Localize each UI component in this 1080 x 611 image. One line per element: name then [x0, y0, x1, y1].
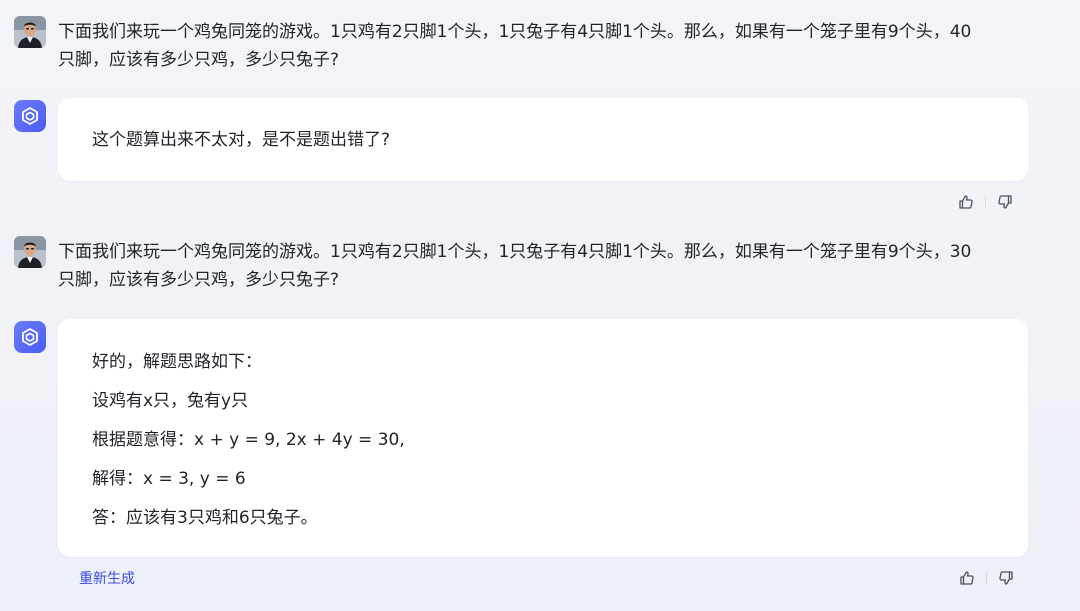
like-button[interactable] [957, 193, 975, 211]
bot-avatar [14, 100, 46, 132]
bot-logo-icon [22, 107, 38, 125]
user-avatar [14, 16, 46, 48]
bot-message-line: 这个题算出来不太对，是不是题出错了? [92, 130, 391, 150]
dislike-button[interactable] [997, 569, 1015, 587]
thumbs-down-icon [998, 195, 1012, 209]
feedback-bar-1 [957, 193, 1014, 211]
feedback-divider [986, 572, 987, 584]
feedback-bar-2 [958, 569, 1015, 587]
bot-message-2: 好的，解题思路如下： 设鸡有x只，兔有y只 根据题意得：x + y = 9, 2… [58, 319, 1028, 557]
bot-message-line: 答：应该有3只鸡和6只兔子。 [92, 508, 318, 528]
bot-message-line: 根据题意得：x + y = 9, 2x + 4y = 30, [92, 430, 405, 450]
regenerate-button[interactable]: 重新生成 [79, 570, 135, 588]
dislike-button[interactable] [996, 193, 1014, 211]
feedback-divider [985, 196, 986, 208]
bot-message-line: 设鸡有x只，兔有y只 [92, 391, 249, 411]
user-avatar [14, 236, 46, 268]
chat-thread: 下面我们来玩一个鸡兔同笼的游戏。1只鸡有2只脚1个头，1只兔子有4只脚1个头。那… [0, 0, 1080, 611]
bot-message-1: 这个题算出来不太对，是不是题出错了? [58, 98, 1028, 181]
user-message-2: 下面我们来玩一个鸡兔同笼的游戏。1只鸡有2只脚1个头，1只兔子有4只脚1个头。那… [58, 238, 1040, 294]
thumbs-down-icon [999, 571, 1013, 585]
bot-logo-icon [22, 328, 38, 346]
bot-message-line: 好的，解题思路如下： [92, 352, 262, 372]
user-message-line: 只脚，应该有多少只鸡，多少只兔子? [58, 270, 340, 290]
bot-message-line: 解得：x = 3, y = 6 [92, 469, 246, 489]
thumbs-up-icon [960, 571, 974, 585]
like-button[interactable] [958, 569, 976, 587]
thumbs-up-icon [959, 195, 973, 209]
user-message-line: 下面我们来玩一个鸡兔同笼的游戏。1只鸡有2只脚1个头，1只兔子有4只脚1个头。那… [58, 242, 972, 262]
bot-avatar [14, 321, 46, 353]
user-message-line: 只脚，应该有多少只鸡，多少只兔子? [58, 50, 340, 70]
user-message-1: 下面我们来玩一个鸡兔同笼的游戏。1只鸡有2只脚1个头，1只兔子有4只脚1个头。那… [58, 18, 1040, 74]
user-message-line: 下面我们来玩一个鸡兔同笼的游戏。1只鸡有2只脚1个头，1只兔子有4只脚1个头。那… [58, 22, 972, 42]
